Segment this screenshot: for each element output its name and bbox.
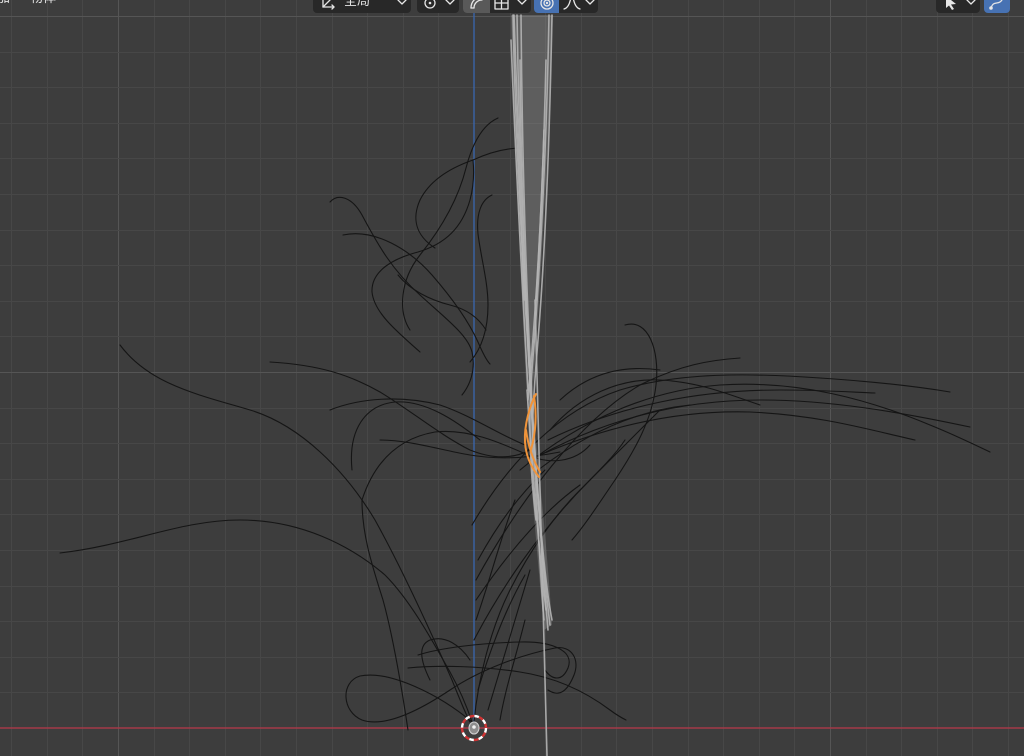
snapping-group <box>463 0 531 13</box>
curve-edit-toggle[interactable] <box>984 0 1010 13</box>
3d-viewport[interactable] <box>0 0 1024 756</box>
transform-orientation-dropdown[interactable]: 全局 <box>313 0 411 13</box>
select-tool-icon <box>946 0 956 10</box>
viewport-header: 加 物体 全局 <box>0 0 1024 14</box>
select-mode-dropdown[interactable] <box>936 0 980 13</box>
proportional-editing-icon <box>540 0 554 10</box>
snap-icon <box>470 0 483 9</box>
object-origin-dot <box>472 725 476 729</box>
pivot-point-icon <box>424 0 436 9</box>
blender-window: 加 物体 全局 <box>0 0 1024 756</box>
chevron-down-icon <box>397 0 407 5</box>
menu-object[interactable]: 物体 <box>30 0 56 9</box>
falloff-icon[interactable] <box>562 0 582 11</box>
chevron-down-icon <box>445 0 455 5</box>
chevron-down-icon <box>966 0 976 5</box>
transform-orientation-label: 全局 <box>344 0 371 9</box>
curve-edit-icon <box>989 0 1003 10</box>
snap-increment-icon[interactable] <box>493 0 511 11</box>
pivot-point-dropdown[interactable] <box>417 0 459 13</box>
menu-add[interactable]: 加 <box>0 0 10 9</box>
chevron-down-icon[interactable] <box>585 0 595 7</box>
chevron-down-icon[interactable] <box>517 0 527 7</box>
proportional-editing-group <box>534 0 598 13</box>
transform-orientation-icon <box>322 0 335 10</box>
